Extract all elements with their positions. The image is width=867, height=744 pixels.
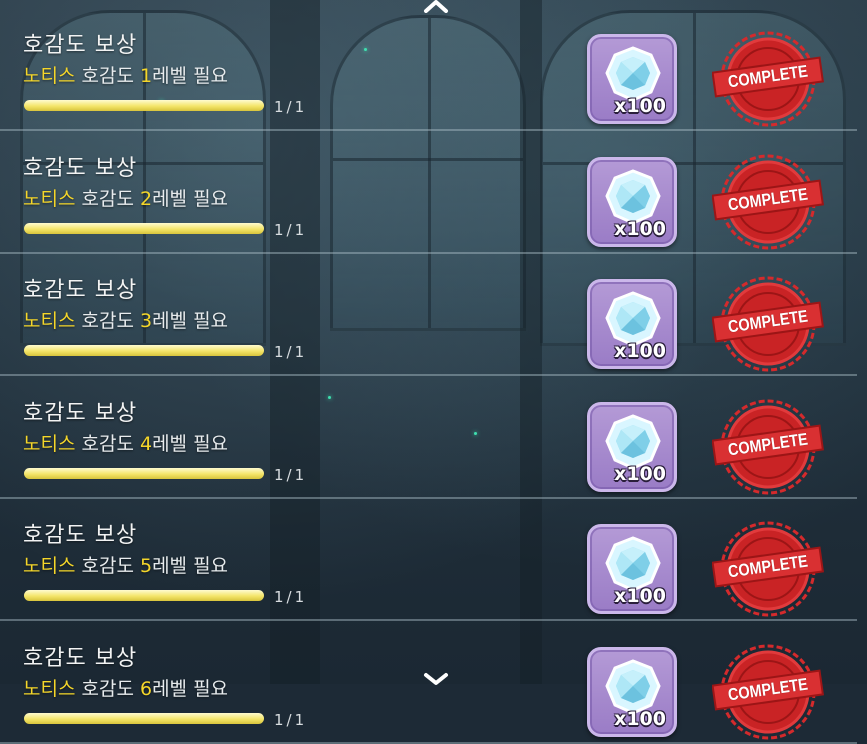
reward-list[interactable]: 호감도 보상 노티스 호감도 1레벨 필요 1/1 x100 COMPLETE … xyxy=(0,0,867,744)
requirement-level: 4 xyxy=(139,432,153,455)
requirement-character-name: 노티스 xyxy=(23,187,76,210)
reward-row: 호감도 보상 노티스 호감도 3레벨 필요 1/1 x100 COMPLETE xyxy=(0,254,867,376)
requirement-level: 1 xyxy=(139,65,153,87)
requirement-suffix: 레벨 필요 xyxy=(152,555,229,577)
reward-item[interactable]: x100 xyxy=(587,34,677,124)
progress-count: 1/1 xyxy=(274,220,308,239)
progress-bar-fill xyxy=(24,712,264,724)
progress-bar-fill xyxy=(24,590,264,601)
reward-item[interactable]: x100 xyxy=(587,156,677,247)
requirement-text: 노티스 호감도 2레벨 필요 xyxy=(23,184,228,211)
progress-bar xyxy=(24,222,264,234)
reward-title: 호감도 보상 xyxy=(23,523,138,548)
chevron-up-icon xyxy=(424,0,448,13)
reward-row: 호감도 보상 노티스 호감도 4레벨 필요 1/1 x100 COMPLETE xyxy=(0,377,867,499)
progress-bar-fill xyxy=(24,222,264,234)
requirement-character-name: 노티스 xyxy=(23,677,76,700)
reward-quantity: x100 xyxy=(614,462,666,485)
reward-title: 호감도 보상 xyxy=(23,155,138,181)
requirement-suffix: 레벨 필요 xyxy=(152,677,229,700)
reward-quantity: x100 xyxy=(614,585,666,607)
requirement-label: 호감도 xyxy=(75,432,140,455)
requirement-label: 호감도 xyxy=(75,310,140,332)
progress-count: 1/1 xyxy=(274,588,308,606)
progress-bar xyxy=(24,467,264,479)
requirement-suffix: 레벨 필요 xyxy=(152,432,229,455)
requirement-suffix: 레벨 필요 xyxy=(152,65,229,87)
progress-bar xyxy=(24,100,264,111)
requirement-level: 5 xyxy=(139,555,153,577)
requirement-label: 호감도 xyxy=(75,555,140,577)
row-divider xyxy=(0,741,857,744)
progress-bar xyxy=(24,590,264,601)
requirement-suffix: 레벨 필요 xyxy=(152,187,229,210)
reward-title: 호감도 보상 xyxy=(23,278,138,303)
reward-row: 호감도 보상 노티스 호감도 5레벨 필요 1/1 x100 COMPLETE xyxy=(0,499,867,621)
complete-stamp: COMPLETE xyxy=(712,274,824,374)
requirement-character-name: 노티스 xyxy=(23,432,76,455)
progress-bar xyxy=(24,345,264,356)
requirement-suffix: 레벨 필요 xyxy=(152,310,229,332)
reward-item[interactable]: x100 xyxy=(587,279,677,369)
complete-stamp: COMPLETE xyxy=(712,519,824,619)
reward-quantity: x100 xyxy=(614,707,666,730)
complete-stamp: COMPLETE xyxy=(712,397,824,497)
progress-bar xyxy=(24,712,264,724)
reward-title: 호감도 보상 xyxy=(23,645,138,671)
requirement-text: 노티스 호감도 1레벨 필요 xyxy=(23,61,228,88)
requirement-character-name: 노티스 xyxy=(23,310,76,332)
reward-title: 호감도 보상 xyxy=(23,33,138,58)
requirement-label: 호감도 xyxy=(75,677,140,700)
reward-title: 호감도 보상 xyxy=(23,400,138,426)
requirement-text: 노티스 호감도 4레벨 필요 xyxy=(23,429,228,456)
complete-stamp: COMPLETE xyxy=(712,152,824,252)
requirement-level: 6 xyxy=(139,677,153,700)
reward-item[interactable]: x100 xyxy=(587,524,677,614)
complete-stamp: COMPLETE xyxy=(712,29,824,129)
reward-quantity: x100 xyxy=(614,217,666,240)
reward-row: 호감도 보상 노티스 호감도 2레벨 필요 1/1 x100 COMPLETE xyxy=(0,132,867,254)
requirement-text: 노티스 호감도 6레벨 필요 xyxy=(23,674,228,701)
reward-item[interactable]: x100 xyxy=(587,401,677,492)
complete-stamp: COMPLETE xyxy=(712,642,824,742)
reward-row: 호감도 보상 노티스 호감도 1레벨 필요 1/1 x100 COMPLETE xyxy=(0,9,867,131)
progress-count: 1/1 xyxy=(274,465,308,484)
requirement-level: 2 xyxy=(139,187,153,210)
progress-bar-fill xyxy=(24,467,264,479)
requirement-text: 노티스 호감도 5레벨 필요 xyxy=(23,551,228,578)
progress-count: 1/1 xyxy=(274,343,308,361)
progress-bar-fill xyxy=(24,345,264,356)
reward-quantity: x100 xyxy=(614,340,666,362)
requirement-label: 호감도 xyxy=(75,187,140,210)
requirement-character-name: 노티스 xyxy=(23,555,76,577)
progress-bar-fill xyxy=(24,100,264,111)
scroll-up-button[interactable] xyxy=(423,0,449,13)
requirement-label: 호감도 xyxy=(75,65,140,87)
reward-item[interactable]: x100 xyxy=(587,646,677,737)
requirement-character-name: 노티스 xyxy=(23,65,76,87)
reward-quantity: x100 xyxy=(614,95,666,117)
progress-count: 1/1 xyxy=(274,98,308,116)
progress-count: 1/1 xyxy=(274,710,308,729)
requirement-level: 3 xyxy=(139,310,153,332)
requirement-text: 노티스 호감도 3레벨 필요 xyxy=(23,306,228,333)
